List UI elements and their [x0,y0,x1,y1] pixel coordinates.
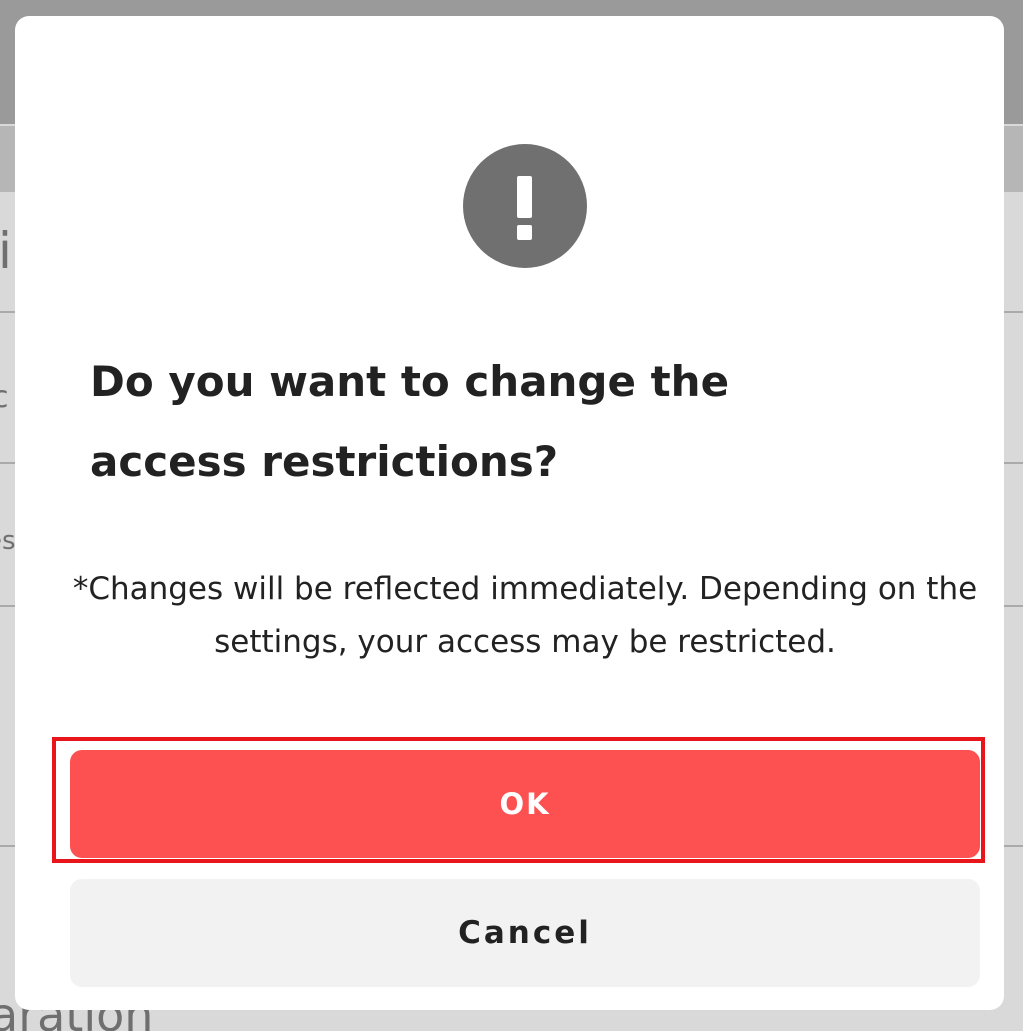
ok-button[interactable]: OK [70,750,980,858]
confirmation-dialog: Do you want to change the access restric… [15,16,1004,1010]
exclamation-circle-icon [463,144,587,268]
dialog-title: Do you want to change the access restric… [90,357,730,486]
exclamation-dot [517,225,532,240]
dialog-note: *Changes will be reflected immediately. … [72,571,978,660]
exclamation-bar [517,176,532,218]
cancel-button[interactable]: Cancel [70,879,980,987]
background-text-fragment: es [0,526,16,556]
background-text-fragment: c [0,380,9,415]
background-text-fragment: i [0,222,12,280]
